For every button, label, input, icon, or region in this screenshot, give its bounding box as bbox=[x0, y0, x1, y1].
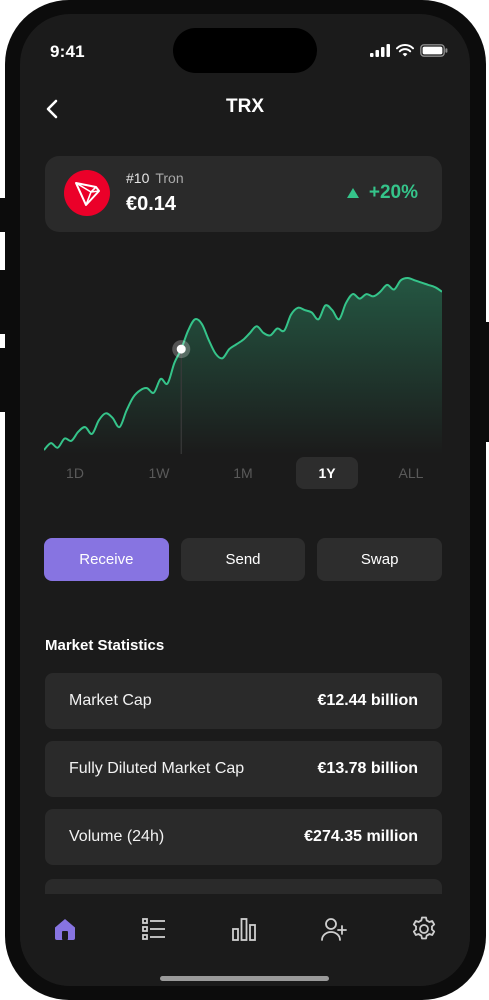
stat-value: €12.44 billion bbox=[317, 692, 418, 709]
time-range-tabs: 1D 1W 1M 1Y ALL bbox=[44, 457, 442, 491]
battery-icon bbox=[420, 44, 448, 57]
price-chart[interactable] bbox=[44, 264, 442, 454]
receive-button[interactable]: Receive bbox=[44, 538, 169, 581]
stat-label: Volume (24h) bbox=[69, 828, 165, 845]
tab-settings[interactable] bbox=[409, 914, 439, 944]
stat-row-fully-diluted: Fully Diluted Market Cap €13.78 billion bbox=[45, 741, 442, 797]
status-time: 9:41 bbox=[50, 42, 85, 61]
bottom-tab-bar bbox=[20, 894, 470, 986]
triangle-up-icon bbox=[346, 188, 359, 198]
home-indicator[interactable] bbox=[160, 976, 329, 981]
stat-label: Market Cap bbox=[69, 692, 152, 709]
chart-area-fill bbox=[44, 278, 442, 454]
stat-value: €13.78 billion bbox=[317, 760, 418, 777]
range-tab-1w[interactable]: 1W bbox=[128, 457, 190, 489]
range-tab-1m[interactable]: 1M bbox=[212, 457, 274, 489]
tab-home[interactable] bbox=[50, 914, 80, 944]
coin-rank-number: #10 bbox=[126, 170, 150, 186]
price-change-value: +20% bbox=[368, 182, 418, 203]
wifi-icon bbox=[396, 44, 414, 57]
stat-row-market-cap: Market Cap €12.44 billion bbox=[45, 673, 442, 729]
stat-label: Fully Diluted Market Cap bbox=[69, 760, 245, 777]
dynamic-island bbox=[173, 28, 317, 73]
coin-price: €0.14 bbox=[126, 193, 177, 215]
status-icons bbox=[370, 44, 448, 57]
app-screen: 9:41 TRX #10 Tron €0.14 +20% 1D 1W 1M 1Y… bbox=[20, 14, 470, 986]
action-buttons: Receive Send Swap bbox=[44, 538, 443, 581]
signal-icon bbox=[370, 44, 390, 57]
home-icon bbox=[55, 919, 75, 940]
swap-button[interactable]: Swap bbox=[317, 538, 443, 581]
gear-icon bbox=[412, 916, 436, 940]
tab-list[interactable] bbox=[139, 914, 169, 944]
coin-rank: #10 Tron bbox=[126, 170, 184, 186]
bar-chart-icon bbox=[232, 918, 256, 941]
chart-marker-dot[interactable] bbox=[176, 344, 186, 354]
page-title: TRX bbox=[226, 96, 264, 117]
range-tab-all[interactable]: ALL bbox=[380, 457, 442, 489]
tab-stats[interactable] bbox=[229, 914, 259, 944]
range-tab-1d[interactable]: 1D bbox=[44, 457, 106, 489]
stat-row-volume: Volume (24h) €274.35 million bbox=[45, 809, 442, 865]
market-statistics-title: Market Statistics bbox=[45, 637, 165, 654]
coin-summary-card: #10 Tron €0.14 +20% bbox=[45, 156, 442, 232]
coin-name: Tron bbox=[155, 170, 184, 186]
phone-device: 9:41 TRX #10 Tron €0.14 +20% 1D 1W 1M 1Y… bbox=[0, 0, 489, 1000]
list-icon bbox=[142, 918, 165, 940]
range-tab-1y[interactable]: 1Y bbox=[296, 457, 358, 489]
add-user-icon bbox=[321, 918, 347, 941]
send-button[interactable]: Send bbox=[180, 538, 306, 581]
tron-logo-icon bbox=[64, 170, 110, 216]
stat-value: €274.35 million bbox=[304, 828, 418, 845]
tab-contacts[interactable] bbox=[319, 914, 349, 944]
price-change: +20% bbox=[346, 182, 418, 204]
